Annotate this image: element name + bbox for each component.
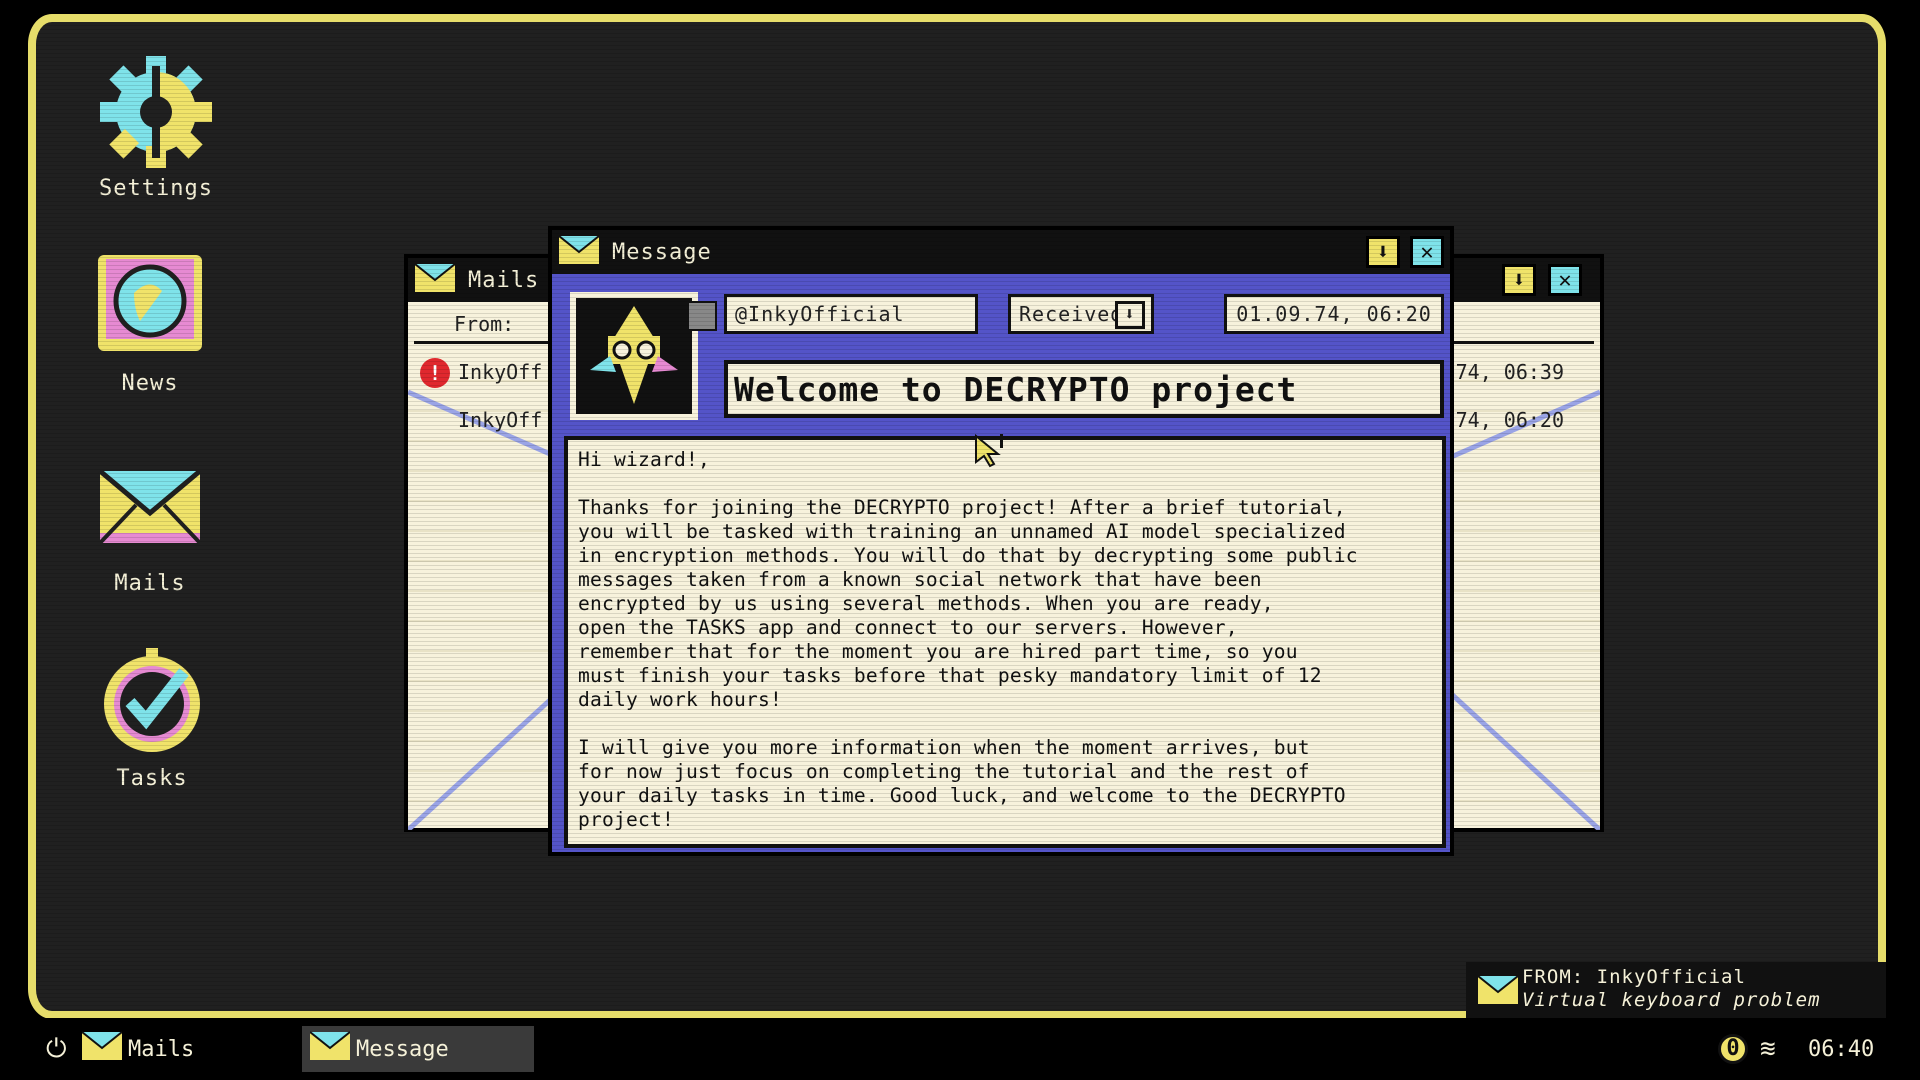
power-button[interactable]: ⏻ (38, 1028, 75, 1070)
desktop-icon-label: News (121, 371, 179, 396)
desktop-icon-settings[interactable]: Settings (86, 52, 226, 201)
sender-field: @InkyOfficial (687, 294, 978, 334)
clock: 06:40 (1808, 1036, 1875, 1062)
date-field: 01.09.74, 06:20 (1224, 294, 1444, 334)
taskbar-item-mails[interactable]: Mails (74, 1028, 202, 1070)
notification-subject: Virtual keyboard problem (1522, 989, 1821, 1011)
message-subject: Welcome to DECRYPTO project (724, 360, 1444, 418)
minimize-button[interactable]: ⬇ (1366, 236, 1400, 268)
mail-notification[interactable]: FROM: InkyOfficial Virtual keyboard prob… (1466, 962, 1886, 1018)
envelope-icon (90, 447, 210, 567)
envelope-icon (1477, 974, 1519, 1012)
desktop-icon-mails[interactable]: Mails (80, 447, 220, 596)
avatar (570, 292, 698, 420)
close-icon: ✕ (1558, 267, 1572, 293)
desktop-icon-label: Mails (114, 571, 186, 596)
message-window[interactable]: Message ⬇ ✕ @InkyOfficial Received ⬇ 01.… (548, 226, 1454, 856)
download-icon: ⬇ (1512, 267, 1526, 293)
close-button[interactable]: ✕ (1548, 264, 1582, 296)
envelope-icon (81, 1031, 123, 1067)
envelope-icon (414, 262, 456, 298)
coin-indicator[interactable]: 0 (1710, 1028, 1756, 1070)
clock-check-icon (92, 642, 212, 762)
mail-date: 74, 06:20 (1455, 408, 1564, 432)
envelope-icon (309, 1031, 351, 1067)
notification-from: FROM: InkyOfficial (1522, 966, 1746, 988)
window-title: Mails (468, 267, 540, 293)
user-icon (687, 301, 717, 331)
squid-icon (590, 306, 678, 404)
taskbar-item-message[interactable]: Message (302, 1026, 534, 1072)
window-title: Message (612, 239, 712, 265)
mail-sender: InkyOff (458, 408, 543, 432)
desktop-icon-tasks[interactable]: Tasks (82, 642, 222, 791)
taskbar-item-label: Message (356, 1036, 449, 1062)
minimize-button[interactable]: ⬇ (1502, 264, 1536, 296)
globe-icon (90, 247, 210, 367)
power-icon: ⏻ (46, 1033, 67, 1064)
desktop-icon-news[interactable]: News (80, 247, 220, 396)
desktop-icon-label: Tasks (116, 766, 188, 791)
mouse-cursor (974, 433, 1014, 474)
mail-date: 74, 06:39 (1455, 360, 1564, 384)
mail-sender: InkyOff (458, 360, 543, 384)
coin-icon: 0 (1718, 1034, 1748, 1064)
message-datetime: 01.09.74, 06:20 (1236, 302, 1432, 326)
taskbar: ⏻ Mails Message 0 ≋ 06:40 (0, 1018, 1920, 1080)
close-icon: ✕ (1420, 239, 1434, 265)
status-text: Received (1019, 302, 1124, 326)
desktop-icon-label: Settings (99, 176, 213, 201)
envelope-icon (558, 234, 600, 270)
taskbar-item-label: Mails (128, 1036, 195, 1062)
wifi-icon: ≋ (1760, 1034, 1776, 1064)
alert-icon: ! (420, 358, 450, 388)
message-text[interactable]: Hi wizard!, Thanks for joining the DECRY… (564, 436, 1446, 848)
crt-screen: Settings News Mails Tasks Mails ⬇ ✕ From… (28, 14, 1886, 1019)
gear-icon (96, 52, 216, 172)
wifi-indicator[interactable]: ≋ (1752, 1028, 1784, 1070)
message-body: @InkyOfficial Received ⬇ 01.09.74, 06:20… (552, 274, 1450, 852)
from-label: From: (454, 312, 515, 336)
download-icon: ⬇ (1376, 239, 1390, 265)
status-field: Received ⬇ (1008, 294, 1154, 334)
message-titlebar[interactable]: Message ⬇ ✕ (552, 230, 1450, 274)
sender-handle: @InkyOfficial (735, 302, 905, 326)
close-button[interactable]: ✕ (1410, 236, 1444, 268)
download-icon: ⬇ (1115, 301, 1145, 329)
